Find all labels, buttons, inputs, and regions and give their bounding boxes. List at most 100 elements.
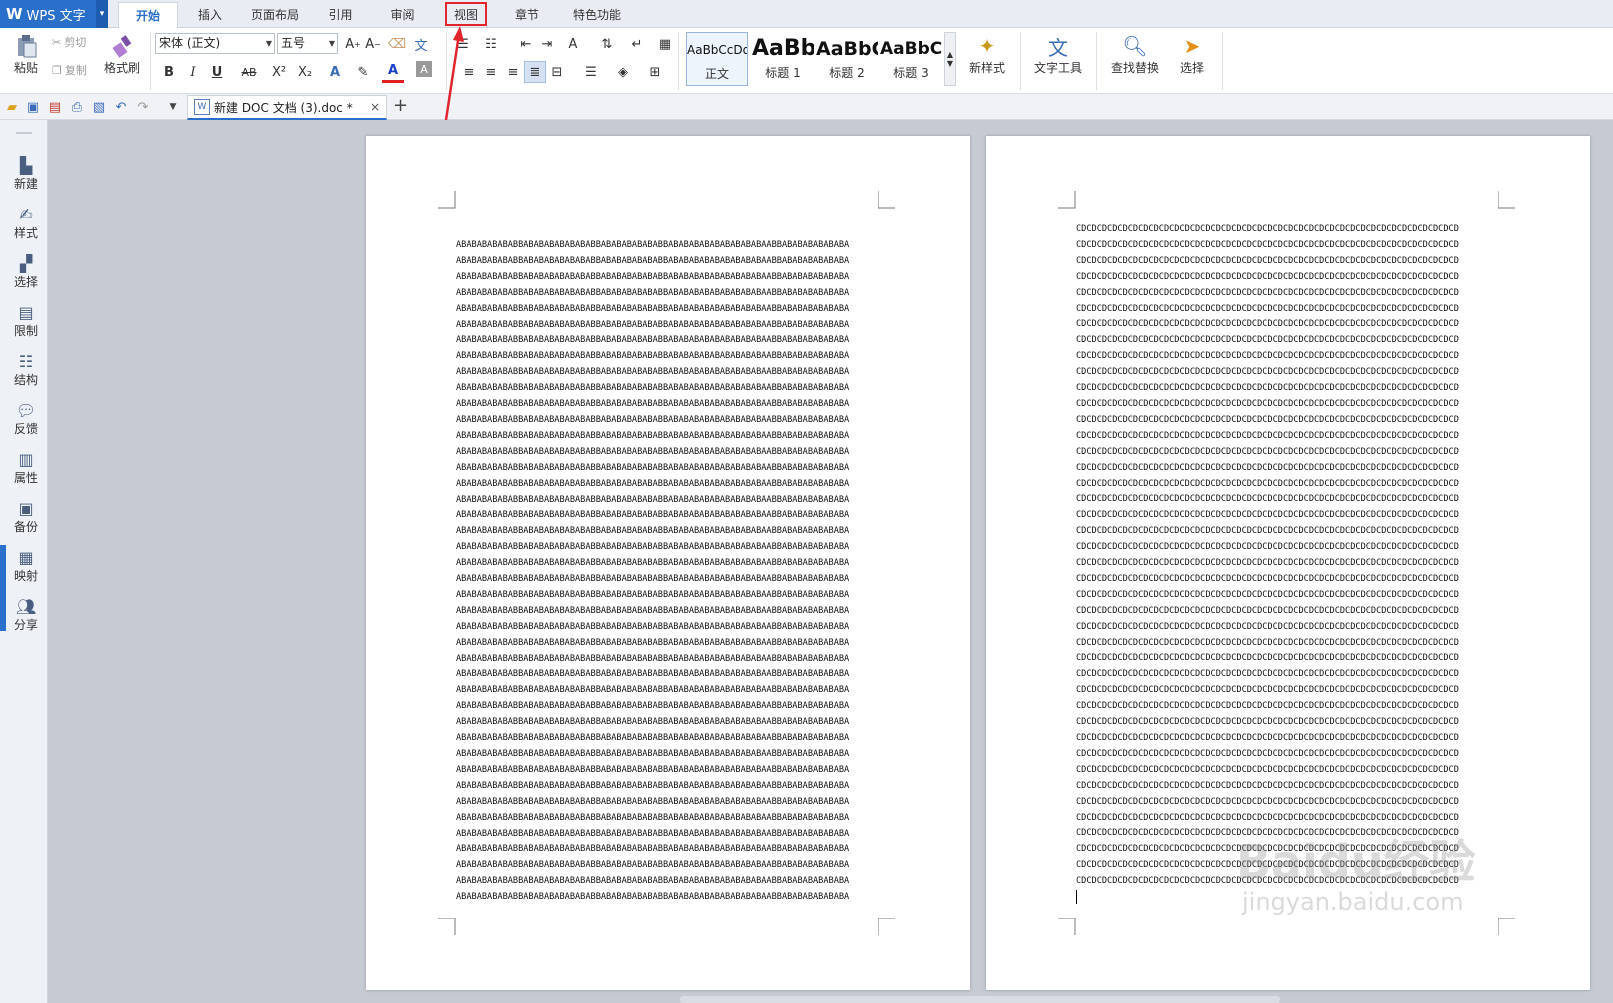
sidebar-item-share[interactable]: 👥︎ 分享 xyxy=(6,597,46,633)
subscript-button[interactable]: X₂ xyxy=(294,61,316,83)
chevron-down-icon[interactable]: ▾ xyxy=(96,0,108,28)
font-size-chinese-icon[interactable]: A xyxy=(562,33,584,55)
text-effect-button[interactable]: A xyxy=(324,61,346,83)
style-heading-1-preview: AaBb xyxy=(752,36,814,61)
justify-icon[interactable]: ≣ xyxy=(524,61,546,83)
sidebar-item-backup[interactable]: ▣ 备份 xyxy=(6,499,46,535)
tab-insert[interactable]: 插入 xyxy=(185,2,235,28)
new-style-button[interactable]: ✦ 新样式 xyxy=(962,33,1012,76)
export-pdf-icon[interactable]: ▤ xyxy=(46,98,64,116)
sidebar-collapse-handle[interactable] xyxy=(0,545,6,631)
sidebar-item-label: 反馈 xyxy=(13,422,38,436)
tab-page-layout[interactable]: 页面布局 xyxy=(245,2,305,28)
italic-button[interactable]: I xyxy=(182,61,204,83)
paste-button[interactable]: 粘贴 xyxy=(6,33,46,76)
style-normal[interactable]: AaBbCcDd 正文 xyxy=(686,32,748,86)
paragraph-marks-icon[interactable]: ↵ xyxy=(626,33,648,55)
style-heading-2-preview: AaBbC xyxy=(816,38,878,60)
shading-bucket-icon[interactable]: ◈ xyxy=(612,61,634,83)
redo-icon[interactable]: ↷ xyxy=(134,98,152,116)
tab-references[interactable]: 引用 xyxy=(318,2,363,28)
sidebar-item-mapping[interactable]: ▦ 映射 xyxy=(6,548,46,584)
save-icon[interactable]: ▣ xyxy=(24,98,42,116)
document-tab[interactable]: W 新建 DOC 文档 (3).doc * × xyxy=(187,95,387,120)
horizontal-scrollbar[interactable] xyxy=(680,996,1280,1003)
close-icon[interactable]: × xyxy=(370,100,380,114)
add-tab-icon[interactable]: + xyxy=(393,95,408,116)
increase-indent-icon[interactable]: ⇥ xyxy=(536,33,558,55)
find-replace-label: 查找替换 xyxy=(1110,61,1159,75)
find-replace-button[interactable]: 🔍︎ 查找替换 xyxy=(1104,33,1166,76)
share-icon: 👥︎ xyxy=(15,597,37,616)
style-heading-1-label: 标题 1 xyxy=(765,66,801,80)
new-style-icon: ✦ xyxy=(978,34,996,58)
clear-format-icon[interactable]: ⌫ xyxy=(386,33,408,55)
style-heading-1[interactable]: AaBb 标题 1 xyxy=(752,32,814,86)
align-right-icon[interactable]: ≡ xyxy=(502,61,524,83)
underline-button[interactable]: U xyxy=(206,61,228,83)
grow-font-icon[interactable]: A + xyxy=(342,33,364,55)
app-menu-button[interactable]: W WPS 文字 ▾ xyxy=(0,0,108,28)
bold-button[interactable]: B xyxy=(158,61,180,83)
tab-chapter[interactable]: 章节 xyxy=(507,2,547,28)
sidebar-item-label: 备份 xyxy=(13,520,38,534)
customize-dropdown-icon[interactable]: ▼ xyxy=(164,98,182,116)
table-icon[interactable]: ▦ xyxy=(654,33,676,55)
text-tools-button[interactable]: 文 文字工具 xyxy=(1028,33,1088,76)
document-canvas[interactable]: ABABABABABABBABABABABABABABBABABABABABAB… xyxy=(48,120,1613,1003)
copy-icon: ❐ xyxy=(52,63,62,77)
distribute-icon[interactable]: ⊟ xyxy=(546,61,568,83)
cut-label: 剪切 xyxy=(64,36,87,49)
font-name-combo[interactable]: 宋体 (正文) ▼ xyxy=(155,33,275,54)
decrease-indent-icon[interactable]: ⇤ xyxy=(515,33,537,55)
phonetic-guide-icon[interactable]: 文 xyxy=(410,33,432,55)
search-icon: 🔍︎ xyxy=(1122,34,1148,58)
document-page-1[interactable]: ABABABABABABBABABABABABABABBABABABABABAB… xyxy=(366,136,970,990)
style-heading-2[interactable]: AaBbC 标题 2 xyxy=(816,32,878,86)
sidebar-item-style[interactable]: ✍ 样式 xyxy=(6,205,46,241)
font-size-combo[interactable]: 五号 ▼ xyxy=(277,33,338,54)
sidebar-item-new[interactable]: ▙ 新建 xyxy=(6,156,46,192)
sidebar-item-feedback[interactable]: 💬︎ 反馈 xyxy=(6,401,46,437)
separator xyxy=(1222,32,1223,90)
open-folder-icon[interactable]: ▰ xyxy=(3,98,21,116)
superscript-button[interactable]: X² xyxy=(268,61,290,83)
select-button[interactable]: ➤ 选择 xyxy=(1170,33,1214,76)
style-heading-3[interactable]: AaBbC 标题 3 xyxy=(880,32,942,86)
cut-button[interactable]: ✂ 剪切 xyxy=(52,34,86,50)
copy-button[interactable]: ❐ 复制 xyxy=(52,62,87,78)
print-icon[interactable]: ⎙ xyxy=(68,98,86,116)
separator xyxy=(678,32,679,90)
highlight-pen-icon[interactable]: ✎ xyxy=(352,61,374,83)
wps-logo-icon: W xyxy=(6,5,23,23)
sidebar-item-properties[interactable]: ▥ 属性 xyxy=(6,450,46,486)
line-spacing-icon[interactable]: ☰ xyxy=(580,61,602,83)
shrink-font-icon[interactable]: A − xyxy=(362,33,384,55)
tab-special-features[interactable]: 特色功能 xyxy=(562,2,632,28)
sidebar-item-structure[interactable]: ☷ 结构 xyxy=(6,352,46,388)
char-shading-button[interactable]: A xyxy=(416,61,432,77)
font-name-value: 宋体 (正文) xyxy=(159,36,221,50)
style-normal-label: 正文 xyxy=(704,67,729,81)
document-page-2[interactable]: CDCDCDCDCDCDCDCDCDCDCDCDCDCDCDCDCDCDCDCD… xyxy=(986,136,1590,990)
styles-scroll-icon[interactable]: ▲ ▼ xyxy=(944,32,956,86)
ribbon-tab-bar: W WPS 文字 ▾ 开始 插入 页面布局 引用 审阅 视图 章节 特色功能 xyxy=(0,0,1613,28)
tab-home[interactable]: 开始 xyxy=(118,2,178,28)
strikethrough-button[interactable]: AB xyxy=(236,61,262,83)
structure-icon: ☷ xyxy=(18,352,34,371)
undo-icon[interactable]: ↶ xyxy=(112,98,130,116)
paste-icon xyxy=(13,33,39,59)
tab-review[interactable]: 审阅 xyxy=(380,2,425,28)
separator xyxy=(150,32,151,90)
print-preview-icon[interactable]: ▧ xyxy=(90,98,108,116)
numbered-list-icon[interactable]: ☷ xyxy=(480,33,502,55)
cursor-arrow-icon: ➤ xyxy=(1183,34,1201,58)
sidebar-item-select[interactable]: ▞ 选择 xyxy=(6,254,46,290)
borders-icon[interactable]: ⊞ xyxy=(644,61,666,83)
font-color-button[interactable]: A xyxy=(382,61,404,83)
sidebar-item-restrict[interactable]: ▤ 限制 xyxy=(6,303,46,339)
format-painter-button[interactable]: 格式刷 xyxy=(100,33,144,76)
sort-icon[interactable]: ⇅ xyxy=(596,33,618,55)
select-label: 选择 xyxy=(1179,61,1204,75)
align-center-icon[interactable]: ≡ xyxy=(480,61,502,83)
